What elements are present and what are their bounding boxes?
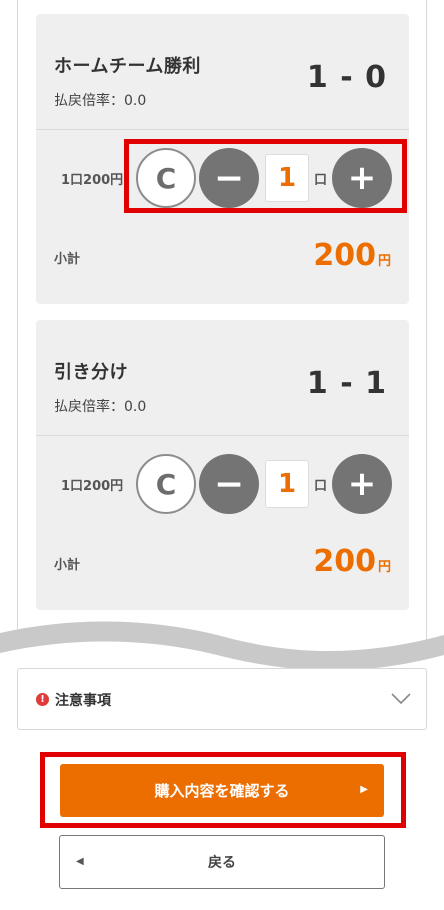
bet-card-header: ホームチーム勝利 払戻倍率：0.0 1 - 0	[36, 14, 409, 130]
subtotal-unit: 円	[377, 254, 391, 269]
wave-separator	[0, 621, 444, 671]
bet-card-draw: 引き分け 払戻倍率：0.0 1 - 1 1口200円 C − 1 口 + 小計 …	[36, 320, 409, 610]
unit-price: 1口200円	[61, 479, 124, 494]
subtotal-amount: 200 円	[313, 544, 391, 579]
subtotal-label: 小計	[54, 558, 81, 573]
subtotal-amount: 200 円	[313, 238, 391, 273]
subtotal-unit: 円	[377, 560, 391, 575]
quantity-unit: 口	[314, 479, 328, 494]
highlight-confirm	[40, 752, 406, 828]
increment-button[interactable]: +	[332, 454, 392, 514]
arrow-left-icon: ◀	[76, 856, 84, 867]
subtotal-value: 200	[313, 544, 376, 579]
bet-title: 引き分け	[54, 362, 128, 383]
decrement-button[interactable]: −	[199, 454, 259, 514]
payout-odds: 払戻倍率：0.0	[54, 399, 147, 415]
alert-icon: !	[36, 693, 49, 706]
highlight-stepper	[124, 139, 407, 213]
back-button[interactable]: ◀ 戻る	[59, 835, 385, 889]
payout-odds: 払戻倍率：0.0	[54, 93, 147, 109]
back-label: 戻る	[208, 855, 236, 871]
bet-title: ホームチーム勝利	[54, 56, 201, 77]
bet-score: 1 - 0	[306, 60, 387, 95]
bet-card-header: 引き分け 払戻倍率：0.0 1 - 1	[36, 320, 409, 436]
notice-label: 注意事項	[55, 693, 111, 709]
subtotal-label: 小計	[54, 252, 81, 267]
chevron-down-icon[interactable]	[390, 687, 412, 709]
clear-button[interactable]: C	[136, 454, 196, 514]
bet-score: 1 - 1	[306, 366, 387, 401]
quantity-input[interactable]: 1	[265, 460, 309, 508]
subtotal-value: 200	[313, 238, 376, 273]
notice-accordion[interactable]: ! 注意事項	[17, 668, 427, 730]
unit-price: 1口200円	[61, 173, 124, 188]
